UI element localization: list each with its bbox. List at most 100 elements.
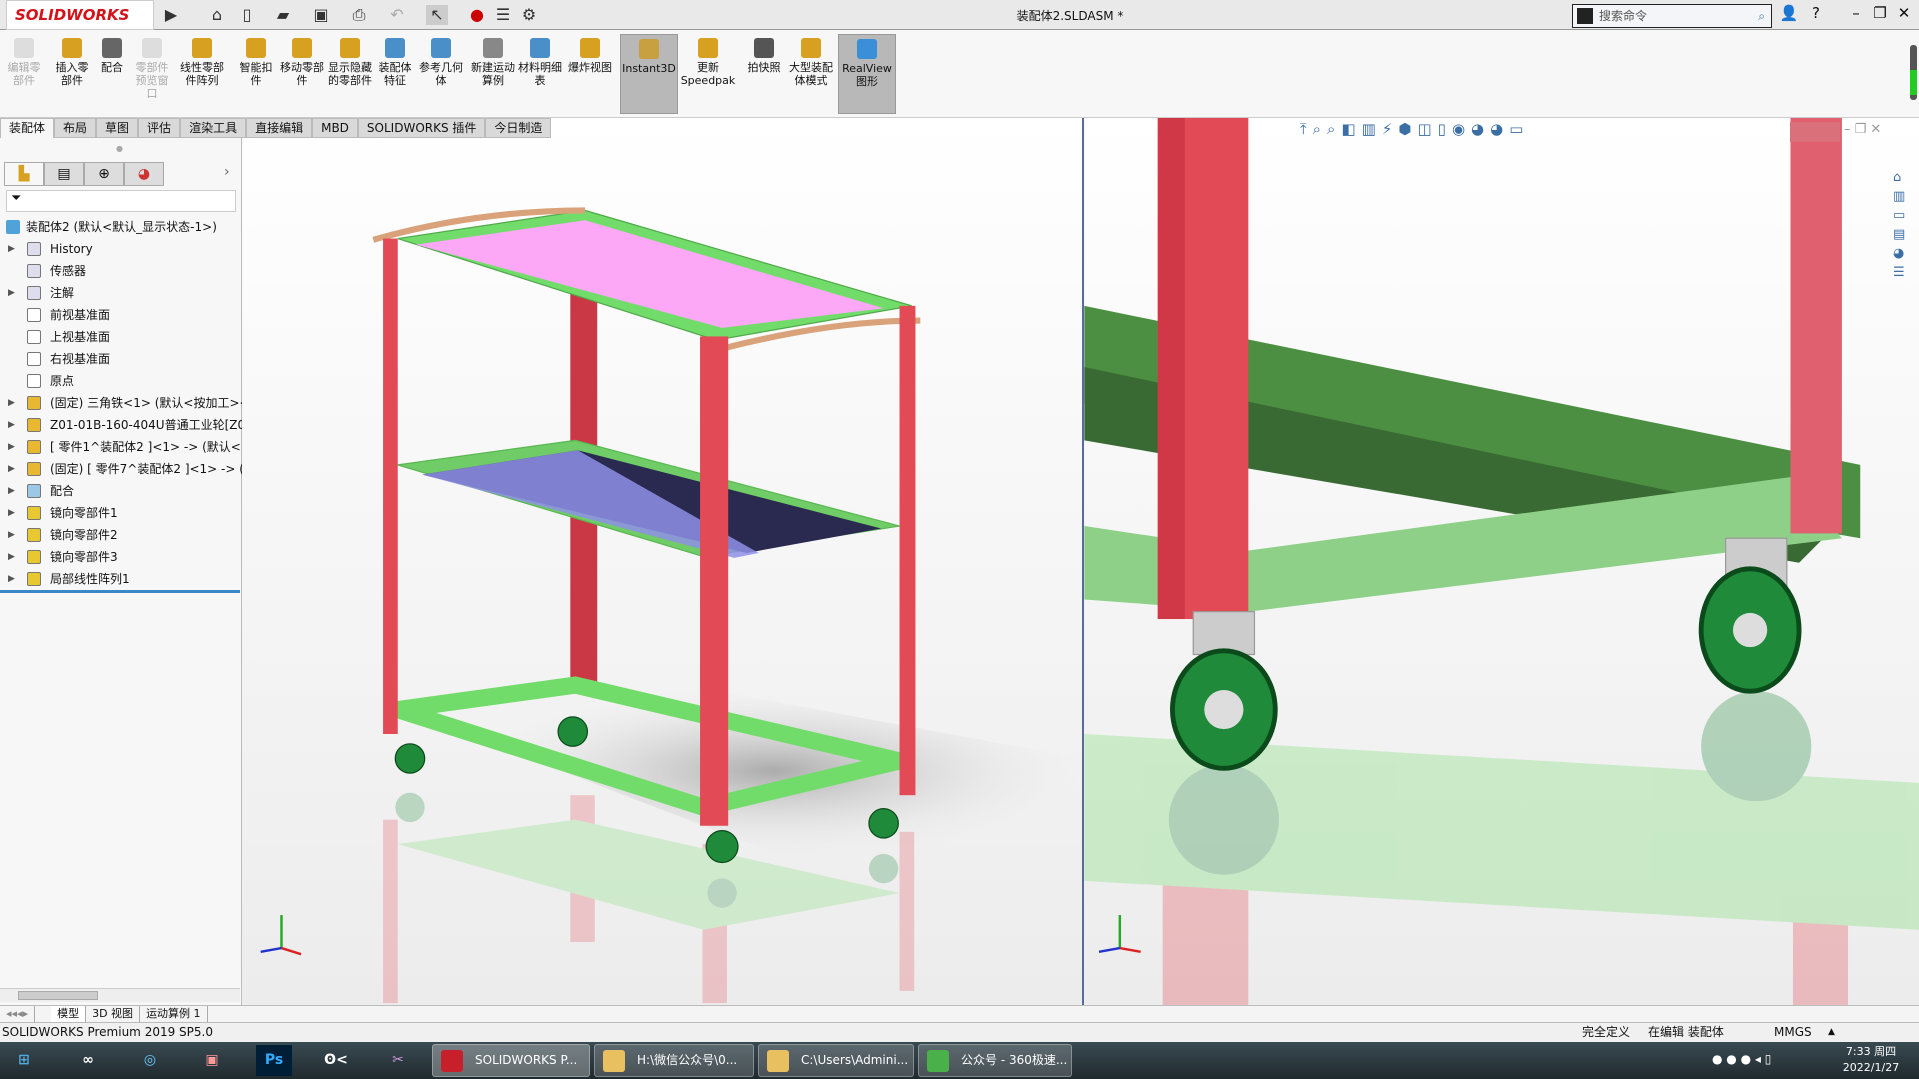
select-icon[interactable]: ↖ bbox=[426, 5, 448, 25]
ribbon-button-12[interactable]: 爆炸视图 bbox=[568, 34, 612, 114]
view-orientation-icon[interactable]: ⚡ bbox=[1382, 120, 1393, 144]
display-manager-tab-icon[interactable]: ◕ bbox=[124, 162, 164, 186]
viewport-split-buttons[interactable] bbox=[1790, 122, 1840, 142]
search-icon[interactable]: ⌕ bbox=[1758, 5, 1765, 27]
gear-icon[interactable]: ⚙ bbox=[518, 5, 540, 25]
tree-item[interactable]: ▶ 镜向零部件2 bbox=[0, 524, 242, 546]
render-icon[interactable]: ◕ bbox=[1490, 120, 1503, 144]
chevron-right-icon[interactable]: › bbox=[224, 164, 230, 180]
units-arrow-icon[interactable]: ▲ bbox=[1828, 1023, 1835, 1042]
monitor-icon[interactable]: ▭ bbox=[1509, 120, 1523, 144]
expand-arrow-icon[interactable]: ▶ bbox=[8, 502, 15, 524]
appearances-icon[interactable]: ◕ bbox=[1893, 246, 1915, 261]
dynamic-annotation-icon[interactable]: ▥ bbox=[1362, 120, 1376, 144]
print-icon[interactable]: ⎙ bbox=[348, 5, 370, 25]
recorder-icon[interactable]: ʘ< bbox=[318, 1045, 354, 1076]
ribbon-button-13[interactable]: Instant3D bbox=[620, 34, 678, 114]
undo-icon[interactable]: ↶ bbox=[386, 5, 408, 25]
ribbon-button-6[interactable]: 移动零部件 bbox=[278, 34, 326, 114]
apply-scene-icon[interactable]: ◉ bbox=[1452, 120, 1465, 144]
zoom-to-fit-icon[interactable]: ⤒ bbox=[1300, 120, 1307, 144]
bottom-tab-1[interactable]: 3D 视图 bbox=[86, 1006, 141, 1022]
ribbon-button-16[interactable]: 大型装配体模式 bbox=[788, 34, 834, 114]
ribbon-button-1[interactable]: 插入零部件 bbox=[52, 34, 92, 114]
tree-item[interactable]: ▶ Z01-01B-160-404U普通工业轮[Z01 bbox=[0, 414, 242, 436]
ribbon-button-15[interactable]: 拍快照 bbox=[744, 34, 784, 114]
viewport-window-controls[interactable]: – ❐ ✕ bbox=[1844, 122, 1881, 137]
task-pane-scrollbar[interactable] bbox=[1910, 45, 1917, 100]
tree-item[interactable]: ▶ (固定) [ 零件7^装配体2 ]<1> -> (默 bbox=[0, 458, 242, 480]
expand-arrow-icon[interactable]: ▶ bbox=[8, 414, 15, 436]
horizontal-scrollbar[interactable] bbox=[0, 988, 240, 1002]
new-icon[interactable]: ▯ bbox=[236, 5, 258, 25]
minimize-icon[interactable]: – bbox=[1845, 4, 1867, 22]
panel-grip[interactable]: ● bbox=[116, 144, 123, 153]
close-icon[interactable]: ✕ bbox=[1893, 4, 1915, 22]
tree-item[interactable]: 上视基准面 bbox=[0, 326, 242, 348]
start-button-icon[interactable]: ⊞ bbox=[6, 1045, 42, 1076]
ribbon-button-11[interactable]: 材料明细表 bbox=[518, 34, 562, 114]
expand-arrow-icon[interactable]: ▶ bbox=[8, 480, 15, 502]
ribbon-button-17[interactable]: RealView图形 bbox=[838, 34, 896, 114]
configuration-manager-tab-icon[interactable]: ⊕ bbox=[84, 162, 124, 186]
scrollbar-thumb[interactable] bbox=[18, 991, 98, 1000]
taskbar-window[interactable]: SOLIDWORKS P... bbox=[432, 1044, 590, 1077]
units-selector[interactable]: MMGS bbox=[1774, 1023, 1812, 1042]
display-style-icon[interactable]: ⬢ bbox=[1398, 120, 1411, 144]
view-settings-icon[interactable]: ◕ bbox=[1471, 120, 1484, 144]
ribbon-button-9[interactable]: 参考几何体 bbox=[418, 34, 464, 114]
expand-arrow-icon[interactable]: ▶ bbox=[8, 458, 15, 480]
bottom-tab-2[interactable]: 运动算例 1 bbox=[140, 1006, 208, 1022]
browser-icon[interactable]: ◎ bbox=[132, 1045, 168, 1076]
taskbar-window[interactable]: H:\微信公众号\0... bbox=[594, 1044, 754, 1077]
resources-icon[interactable]: ⌂ bbox=[1893, 170, 1915, 185]
tab-4[interactable]: 渲染工具 bbox=[180, 118, 247, 138]
tree-item[interactable]: 前视基准面 bbox=[0, 304, 242, 326]
user-icon[interactable]: 👤 bbox=[1778, 4, 1800, 22]
ribbon-button-5[interactable]: 智能扣件 bbox=[236, 34, 276, 114]
ribbon-button-4[interactable]: 线性零部件阵列 bbox=[176, 34, 228, 114]
zoom-area-icon[interactable]: ⌕ bbox=[1313, 120, 1321, 144]
bottom-tab-0[interactable]: 模型 bbox=[51, 1006, 87, 1022]
ribbon-button-10[interactable]: 新建运动算例 bbox=[470, 34, 516, 114]
file-explorer-icon[interactable]: ▭ bbox=[1893, 208, 1915, 223]
solidworks-logo[interactable]: SOLIDWORKS bbox=[6, 0, 154, 30]
rollback-bar[interactable] bbox=[0, 590, 240, 593]
snipping-tool-icon[interactable]: ✂ bbox=[380, 1045, 416, 1076]
tab-7[interactable]: SOLIDWORKS 插件 bbox=[357, 118, 486, 138]
feature-manager-tab-icon[interactable]: ▙ bbox=[4, 162, 44, 186]
ribbon-button-3[interactable]: 零部件预览窗口 bbox=[132, 34, 172, 114]
tree-item[interactable]: 右视基准面 bbox=[0, 348, 242, 370]
tree-item[interactable]: ▶ 注解 bbox=[0, 282, 242, 304]
app-icon[interactable]: ▣ bbox=[194, 1045, 230, 1076]
previous-view-icon[interactable]: ⌕ bbox=[1327, 120, 1335, 144]
design-library-icon[interactable]: ▥ bbox=[1893, 189, 1915, 204]
expand-arrow-icon[interactable]: ▶ bbox=[8, 392, 15, 414]
section-view-icon[interactable]: ◧ bbox=[1341, 120, 1355, 144]
tab-5[interactable]: 直接编辑 bbox=[246, 118, 313, 138]
tree-item[interactable]: ▶ (固定) 三角铁<1> (默认<按加工>< bbox=[0, 392, 242, 414]
tree-item[interactable]: ▶ 局部线性阵列1 bbox=[0, 568, 242, 590]
tree-item[interactable]: 传感器 bbox=[0, 260, 242, 282]
open-icon[interactable]: ▰ bbox=[272, 5, 294, 25]
property-manager-tab-icon[interactable]: ▤ bbox=[44, 162, 84, 186]
expand-arrow-icon[interactable]: ▶ bbox=[8, 238, 15, 260]
clock[interactable]: 7:33 周四 2022/1/27 bbox=[1836, 1044, 1906, 1076]
menu-expand-arrow-icon[interactable]: ▶ bbox=[160, 5, 182, 25]
expand-arrow-icon[interactable]: ▶ bbox=[8, 524, 15, 546]
tab-8[interactable]: 今日制造 bbox=[485, 118, 552, 138]
ribbon-button-8[interactable]: 装配体特征 bbox=[374, 34, 416, 114]
tab-0[interactable]: 装配体 bbox=[0, 118, 55, 138]
edit-appearance-icon[interactable]: ▯ bbox=[1438, 120, 1446, 144]
tray-icons[interactable]: ● ● ● ◂ ▯ bbox=[1712, 1052, 1771, 1066]
hide-show-icon[interactable]: ◫ bbox=[1417, 120, 1431, 144]
expand-arrow-icon[interactable]: ▶ bbox=[8, 282, 15, 304]
ribbon-button-7[interactable]: 显示隐藏的零部件 bbox=[326, 34, 374, 114]
taskbar-window[interactable]: 公众号 - 360极速... bbox=[918, 1044, 1072, 1077]
save-icon[interactable]: ▣ bbox=[310, 5, 332, 25]
tab-nav-arrows[interactable]: ◂◂◂▸ bbox=[0, 1006, 36, 1022]
tree-item[interactable]: ▶ 镜向零部件1 bbox=[0, 502, 242, 524]
tree-item[interactable]: ▶ History bbox=[0, 238, 242, 260]
view-palette-icon[interactable]: ▤ bbox=[1893, 227, 1915, 242]
viewport-divider[interactable] bbox=[1082, 118, 1084, 1005]
